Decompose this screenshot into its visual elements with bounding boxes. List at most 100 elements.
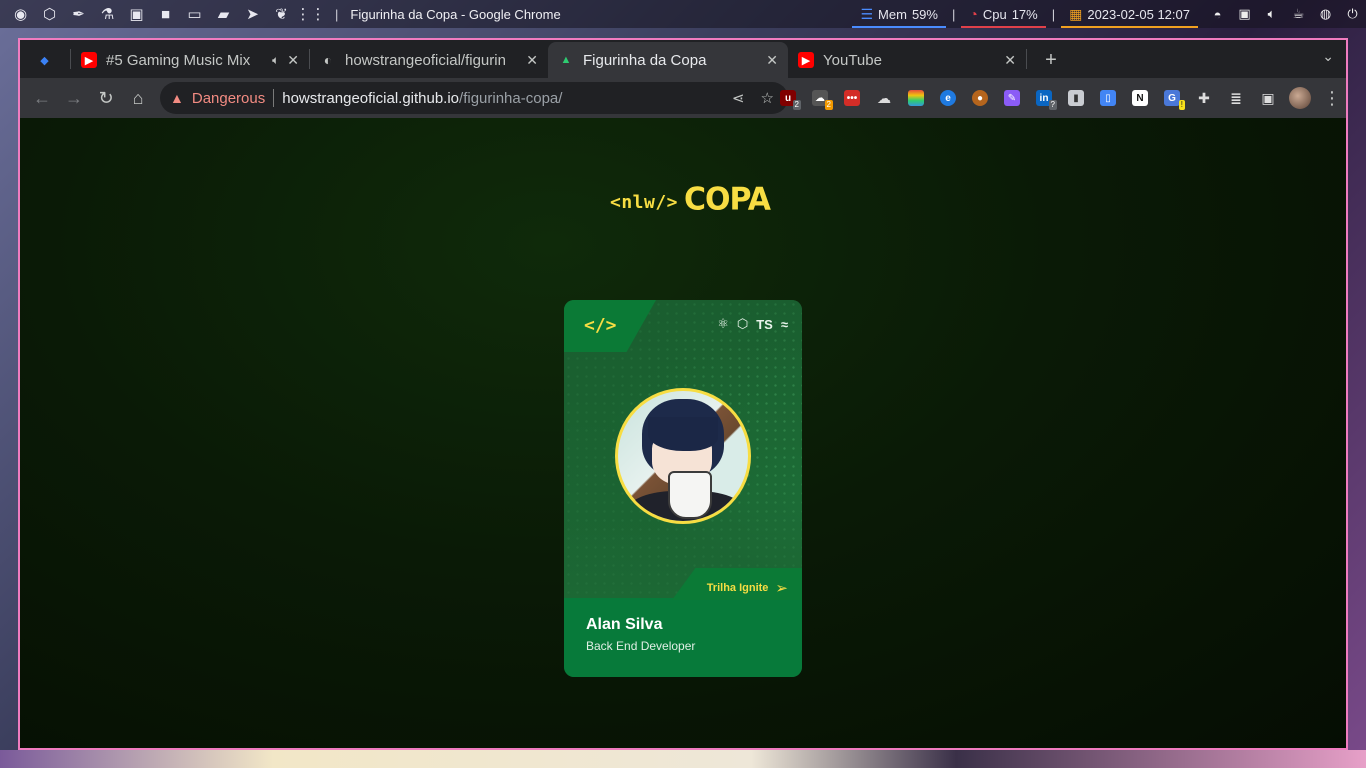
home-button[interactable]: ⌂ <box>122 82 154 114</box>
typescript-label: TS <box>756 316 773 332</box>
discord-icon[interactable]: ◓ <box>1204 7 1231 22</box>
logo-tag: <nlw/> <box>610 192 679 213</box>
photo-icon[interactable]: ▣ <box>1231 6 1258 22</box>
cpu-gauge-icon: ◔ <box>969 6 978 22</box>
new-tab-button[interactable]: + <box>1033 42 1069 78</box>
tab-github[interactable]: ◐ howstrangeoficial/figurin ✕ <box>310 42 548 78</box>
person-role: Back End Developer <box>586 639 696 653</box>
cpu-widget[interactable]: ◔ Cpu 17% <box>961 0 1046 28</box>
tech-stack: ⚛ ⬡ TS ≈ <box>717 316 788 332</box>
grid-icon[interactable]: ⋮⋮ <box>296 0 326 28</box>
image-icon[interactable]: ▣ <box>122 0 151 28</box>
power-icon[interactable]: ⏻ <box>1339 6 1366 22</box>
forward-button[interactable]: → <box>58 82 90 114</box>
folder-icon[interactable]: ▰ <box>209 0 238 28</box>
launcher: ◉ ⬡ ✒ ⚗ ▣ ■ ▭ ▰ ➤ ❦ ⋮⋮ <box>6 0 326 28</box>
tab-label: Figurinha da Copa <box>583 51 707 69</box>
browser-window: ◆ ▶ #5 Gaming Music Mix 🔈︎ ✕ ◐ howstrang… <box>18 38 1348 750</box>
omnibox-actions: ⋖ ☆ <box>732 89 774 107</box>
tab-strip: ◆ ▶ #5 Gaming Music Mix 🔈︎ ✕ ◐ howstrang… <box>20 40 1346 78</box>
separator: | <box>1051 6 1056 22</box>
url-path: /figurinha-copa/ <box>459 89 563 107</box>
address-bar[interactable]: ▲ Dangerous howstrangeoficial.github.io … <box>160 82 788 114</box>
calendar-icon: ▦ <box>1069 5 1083 22</box>
chevron-down-icon[interactable]: ⌄ <box>1322 48 1334 65</box>
cookie-icon[interactable]: ● <box>964 82 996 114</box>
speaker-icon[interactable]: 🔈︎ <box>272 53 279 68</box>
warning-icon: ▲ <box>170 90 184 106</box>
clock-underline <box>1061 26 1198 28</box>
profile-avatar[interactable] <box>1284 82 1316 114</box>
tab-youtube[interactable]: ▶ YouTube ✕ <box>788 42 1026 78</box>
edge-icon[interactable]: e <box>932 82 964 114</box>
volume-icon[interactable]: 🔈︎ <box>1258 6 1285 22</box>
tab-figurinha-active[interactable]: ▲ Figurinha da Copa ✕ <box>548 42 788 78</box>
code-icon: </> <box>584 315 617 336</box>
codepen-icon[interactable]: ⬡ <box>35 0 64 28</box>
paper-plane-icon: ➢ <box>775 580 788 597</box>
paw-icon[interactable]: ❦ <box>267 0 296 28</box>
close-icon[interactable]: ✕ <box>1004 52 1016 69</box>
react-icon: ⚛ <box>717 316 729 331</box>
video-icon[interactable]: ■ <box>151 0 180 28</box>
nlw-icon: ▲ <box>560 54 572 66</box>
gem-icon: ◆ <box>40 54 49 67</box>
tab-label: YouTube <box>823 51 882 69</box>
close-icon[interactable]: ✕ <box>766 52 778 69</box>
ublock-icon[interactable]: u2 <box>772 82 804 114</box>
close-icon[interactable]: ✕ <box>287 52 299 69</box>
cpu-value: 17% <box>1011 6 1038 22</box>
youtube-icon: ▶ <box>81 52 97 68</box>
flask-icon[interactable]: ⚗ <box>93 0 122 28</box>
security-warning[interactable]: ▲ Dangerous <box>170 90 265 107</box>
browser-toolbar: ← → ↻ ⌂ ▲ Dangerous howstrangeoficial.gi… <box>20 78 1346 118</box>
system-status: ☰ Mem 59% | ◔ Cpu 17% | ▦ 2023-02-05 12:… <box>852 0 1366 28</box>
tab-divider <box>1026 49 1027 69</box>
memory-label: Mem <box>878 6 907 22</box>
active-window-title: Figurinha da Copa - Google Chrome <box>350 6 561 22</box>
tab-gaming-music[interactable]: ▶ #5 Gaming Music Mix 🔈︎ ✕ <box>71 42 309 78</box>
separator: | <box>335 6 339 22</box>
memory-underline <box>852 26 946 28</box>
lastpass-icon[interactable]: ••• <box>836 82 868 114</box>
user-icon[interactable]: ◍ <box>1312 6 1339 22</box>
github-icon: ◐ <box>323 52 333 68</box>
sidepanel-icon[interactable]: ▣ <box>1252 82 1284 114</box>
back-button[interactable]: ← <box>26 82 58 114</box>
stack-icon[interactable] <box>900 82 932 114</box>
track-label: Trilha Ignite <box>706 582 769 594</box>
copy-icon[interactable]: ▯ <box>1092 82 1124 114</box>
cpu-label: Cpu <box>982 6 1007 22</box>
clock-widget[interactable]: ▦ 2023-02-05 12:07 <box>1061 0 1198 28</box>
cloud-icon[interactable]: ☁ <box>868 82 900 114</box>
logo-word: COPA <box>684 181 771 218</box>
nlw-copa-logo: <nlw/> COPA <box>610 181 771 218</box>
tailwind-icon: ≈ <box>780 316 788 332</box>
linkedin-icon[interactable]: in? <box>1028 82 1060 114</box>
storage-icon[interactable]: ▮ <box>1060 82 1092 114</box>
tab-pinned[interactable]: ◆ <box>20 42 70 78</box>
playlist-icon[interactable]: ≣ <box>1220 82 1252 114</box>
eyedropper-icon[interactable]: ✒ <box>64 0 93 28</box>
sticker-card: </> ⚛ ⬡ TS ≈ Trilha Ignite ➢ Alan Silva <box>564 300 802 677</box>
telegram-icon[interactable]: ➤ <box>238 0 267 28</box>
tampermonkey-icon[interactable]: ☁ 2 <box>804 82 836 114</box>
tab-label: howstrangeoficial/figurin <box>345 51 506 69</box>
pen-icon[interactable]: ✎ <box>996 82 1028 114</box>
omnibox-divider <box>273 89 275 107</box>
url-host: howstrangeoficial.github.io <box>282 89 460 107</box>
laptop-icon[interactable]: ▭ <box>180 0 209 28</box>
coffee-icon[interactable]: ☕︎ <box>1285 6 1312 22</box>
translate-icon[interactable]: G! <box>1156 82 1188 114</box>
warning-label: Dangerous <box>191 89 266 107</box>
close-icon[interactable]: ✕ <box>526 52 538 69</box>
puzzle-icon[interactable]: ✚ <box>1188 82 1220 114</box>
memory-widget[interactable]: ☰ Mem 59% <box>852 0 946 28</box>
youtube-icon: ▶ <box>798 52 814 68</box>
globe-icon[interactable]: ◉ <box>6 0 35 28</box>
menu-kebab-icon[interactable]: ⋮ <box>1316 82 1346 114</box>
share-icon[interactable]: ⋖ <box>732 89 745 107</box>
notion-icon[interactable]: N <box>1124 82 1156 114</box>
avatar <box>615 388 751 524</box>
reload-button[interactable]: ↻ <box>90 82 122 114</box>
